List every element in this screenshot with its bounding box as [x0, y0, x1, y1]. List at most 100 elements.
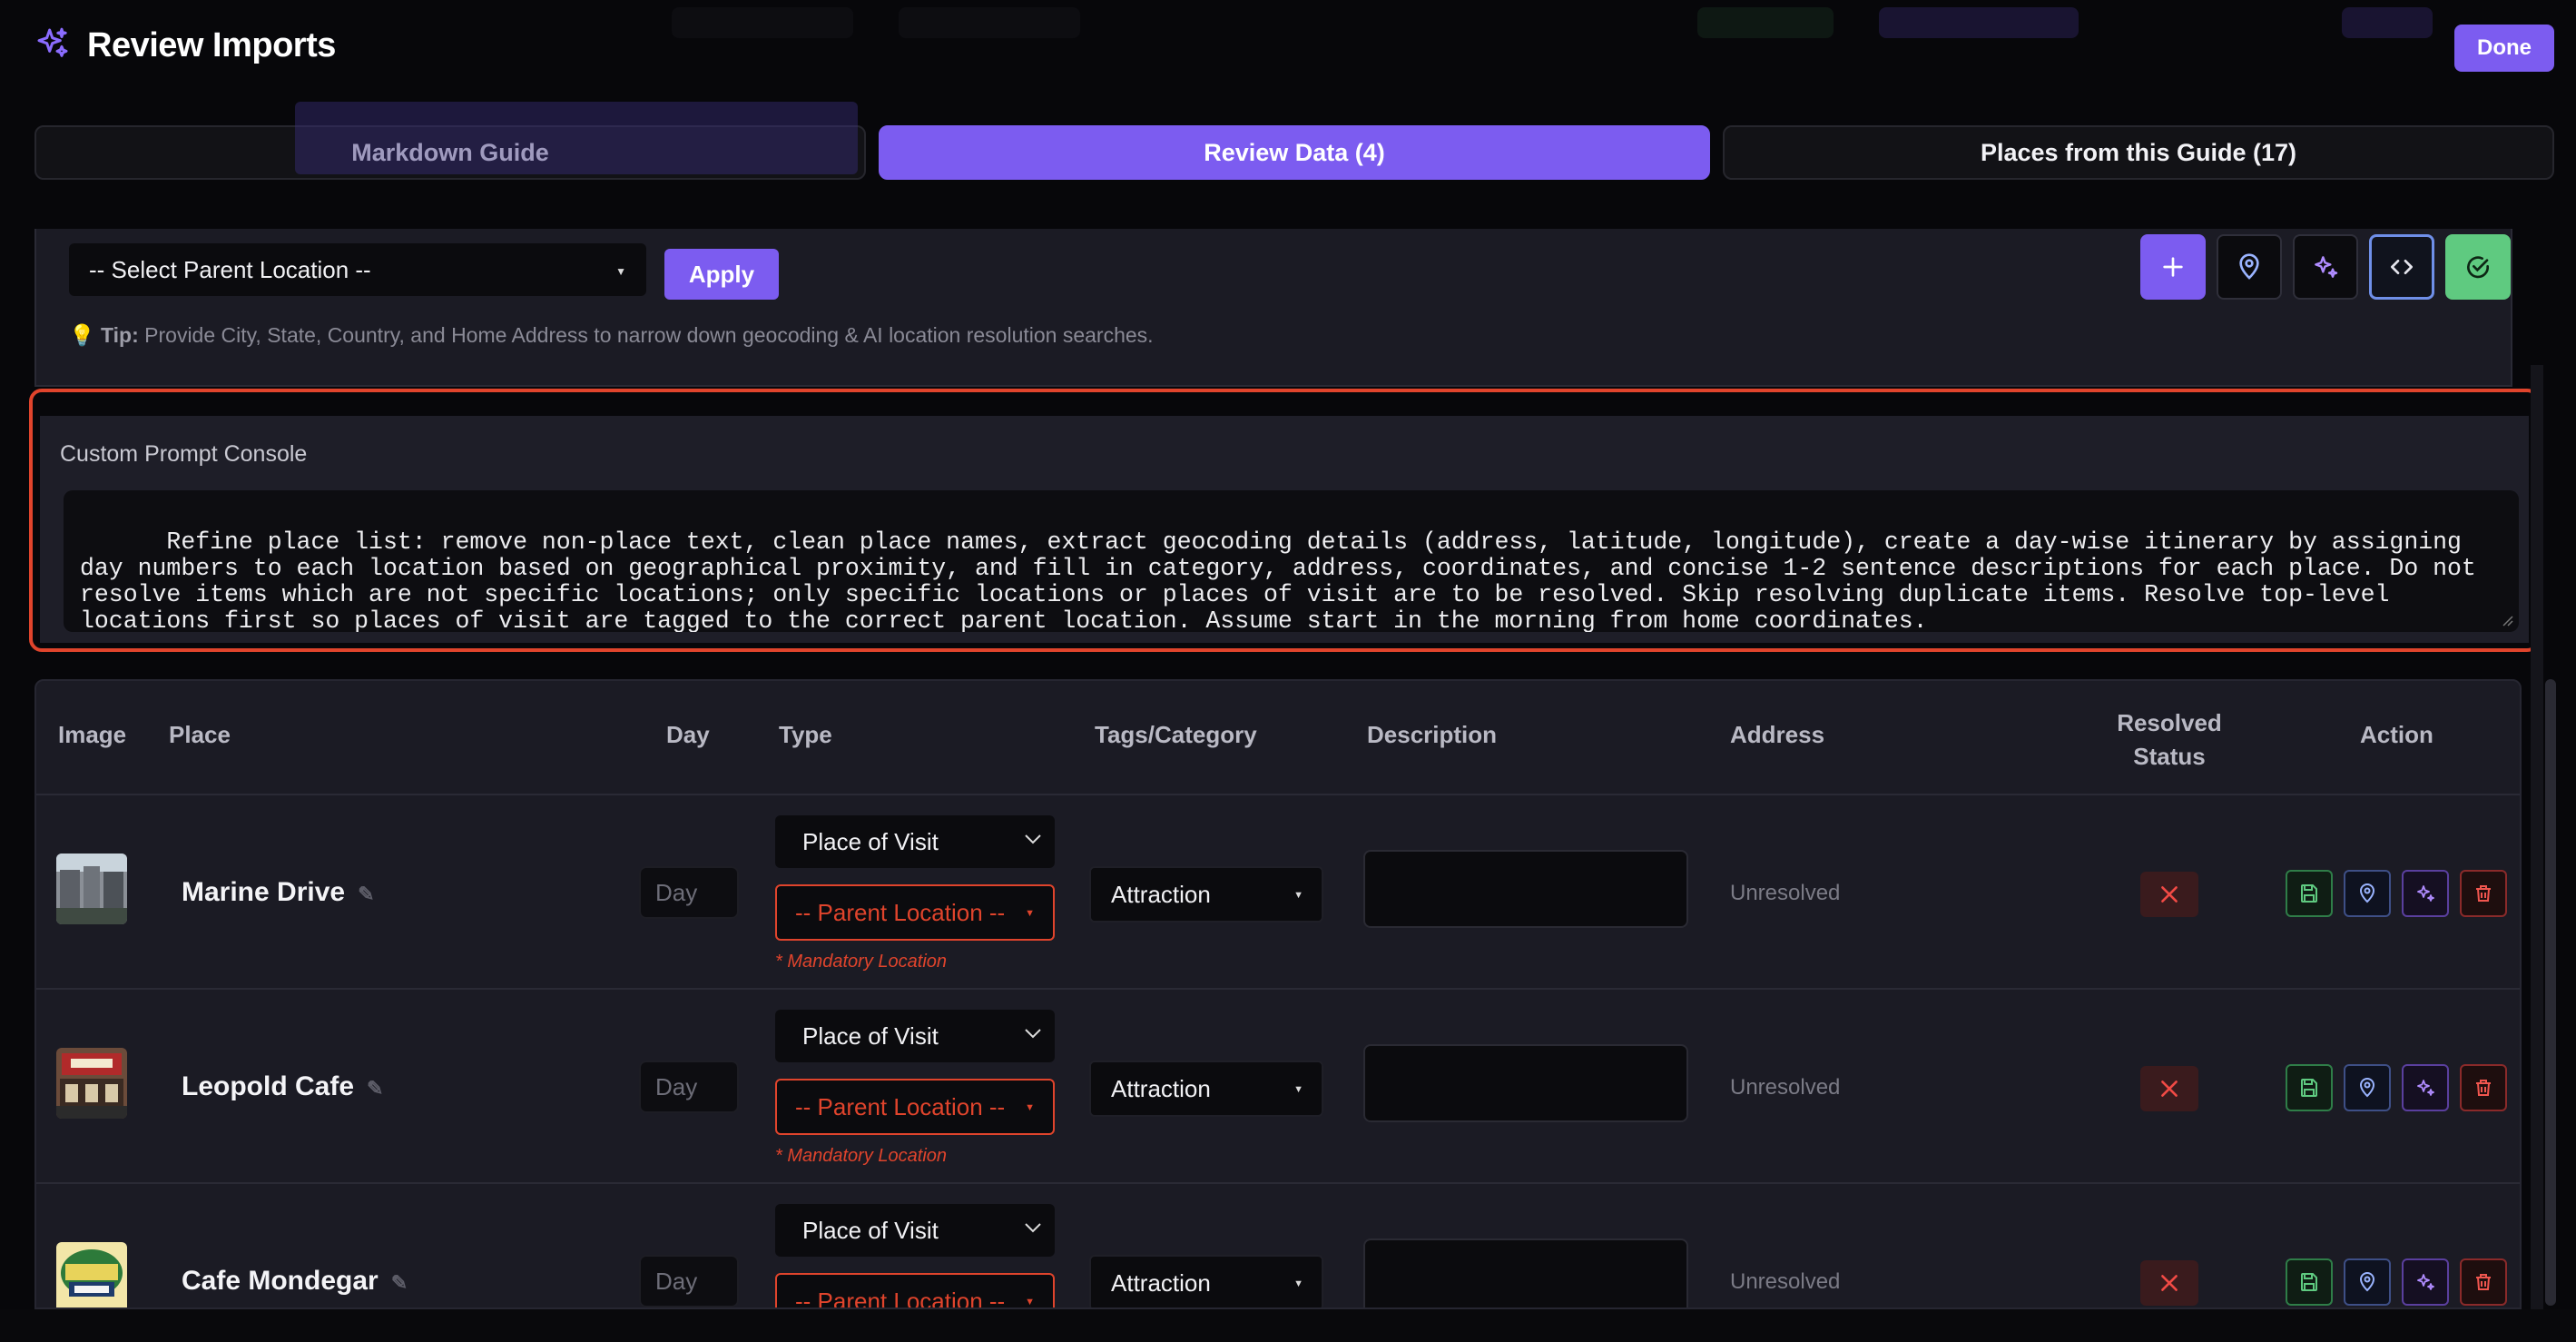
- column-header-resolved: Resolved: [2117, 709, 2222, 736]
- map-pin-icon: [2239, 253, 2259, 280]
- column-header-image: Image: [58, 721, 127, 748]
- geocode-all-button[interactable]: [2217, 234, 2282, 300]
- scrollbar-track[interactable]: [2531, 365, 2543, 1309]
- page-title: Review Imports: [87, 26, 336, 64]
- tip-label: Tip:: [101, 323, 139, 347]
- background-app-bar: [0, 0, 2576, 45]
- tip-body: Provide City, State, Country, and Home A…: [144, 323, 1154, 347]
- description-input[interactable]: [1363, 1238, 1688, 1307]
- caret-down-icon: ▼: [1293, 1278, 1303, 1289]
- type-select[interactable]: Place of Visit: [775, 1010, 1055, 1062]
- save-button[interactable]: [2286, 870, 2333, 917]
- tag-select[interactable]: Attraction ▼: [1089, 1061, 1323, 1117]
- ai-resolve-button[interactable]: [2402, 1064, 2449, 1111]
- parent-location-select[interactable]: -- Parent Location -- ▼: [775, 1079, 1055, 1135]
- type-select[interactable]: Place of Visit: [775, 815, 1055, 868]
- scrollbar-thumb[interactable]: [2545, 679, 2556, 1306]
- day-input[interactable]: Day: [639, 1255, 739, 1307]
- delete-button[interactable]: [2460, 870, 2507, 917]
- save-icon: [2301, 1273, 2317, 1291]
- ai-resolve-button[interactable]: [2293, 234, 2358, 300]
- place-thumbnail: [56, 1242, 127, 1307]
- parent-location-value: -- Parent Location --: [795, 1287, 1006, 1309]
- pencil-icon[interactable]: ✎: [391, 1271, 408, 1294]
- tab-review-data[interactable]: Review Data (4): [879, 125, 1710, 180]
- column-header-action: Action: [2360, 721, 2433, 748]
- place-name[interactable]: Marine Drive ✎: [182, 877, 375, 908]
- pencil-icon[interactable]: ✎: [367, 1077, 383, 1100]
- lightbulb-icon: 💡: [69, 323, 95, 347]
- plus-icon: [2163, 257, 2183, 277]
- background-ghost: [295, 102, 858, 174]
- confirm-all-button[interactable]: [2445, 234, 2511, 300]
- ai-resolve-button[interactable]: [2402, 1258, 2449, 1306]
- trash-icon: [2476, 1080, 2491, 1096]
- type-select[interactable]: Place of Visit: [775, 1204, 1055, 1257]
- caret-down-icon: ▼: [1025, 1297, 1035, 1307]
- place-thumbnail: [56, 854, 127, 924]
- save-button[interactable]: [2286, 1064, 2333, 1111]
- parent-location-value: -- Parent Location --: [795, 1092, 1006, 1120]
- geocode-button[interactable]: [2344, 1064, 2391, 1111]
- close-icon: [2161, 1275, 2178, 1291]
- column-header-status: Status: [2133, 743, 2206, 770]
- sparkles-icon: [2417, 885, 2434, 902]
- prompt-console-label: Custom Prompt Console: [60, 441, 308, 467]
- place-name-text: Leopold Cafe: [182, 1071, 355, 1101]
- column-header-day: Day: [666, 721, 710, 748]
- save-button[interactable]: [2286, 1258, 2333, 1306]
- prompt-console-toggle-button[interactable]: [2369, 234, 2434, 300]
- add-place-button[interactable]: [2140, 234, 2206, 300]
- prompt-console-textarea[interactable]: Refine place list: remove non-place text…: [64, 490, 2519, 632]
- map-pin-icon: [2359, 883, 2375, 903]
- map-pin-icon: [2359, 1078, 2375, 1098]
- place-name[interactable]: Leopold Cafe ✎: [182, 1071, 383, 1102]
- sparkles-icon: [2417, 1080, 2434, 1096]
- table-row: Leopold Cafe ✎ Day Place of Visit -- Pare…: [36, 988, 2520, 1182]
- geocode-button[interactable]: [2344, 870, 2391, 917]
- place-name[interactable]: Cafe Mondegar ✎: [182, 1266, 408, 1297]
- place-name-text: Cafe Mondegar: [182, 1266, 379, 1296]
- tag-select-value: Attraction: [1111, 1268, 1211, 1297]
- close-icon: [2161, 886, 2178, 903]
- prompt-console-text: Refine place list: remove non-place text…: [80, 528, 2491, 633]
- caret-down-icon: ▼: [1293, 1084, 1303, 1095]
- save-icon: [2301, 884, 2317, 903]
- delete-button[interactable]: [2460, 1258, 2507, 1306]
- tag-select[interactable]: Attraction ▼: [1089, 866, 1323, 923]
- type-select-value: Place of Visit: [802, 1021, 939, 1050]
- apply-button[interactable]: Apply: [664, 249, 779, 300]
- parent-location-select-value: -- Select Parent Location --: [89, 255, 371, 283]
- chevron-down-icon: [1025, 1223, 1041, 1233]
- done-button[interactable]: Done: [2454, 25, 2554, 72]
- description-input[interactable]: [1363, 1044, 1688, 1122]
- day-input[interactable]: Day: [639, 1061, 739, 1113]
- ai-resolve-button[interactable]: [2402, 870, 2449, 917]
- trash-icon: [2476, 885, 2491, 902]
- caret-down-icon: ▼: [1025, 1102, 1035, 1113]
- caret-down-icon: ▼: [1293, 890, 1303, 901]
- tag-select[interactable]: Attraction ▼: [1089, 1255, 1323, 1307]
- geocode-button[interactable]: [2344, 1258, 2391, 1306]
- sparkles-icon: [2417, 1274, 2434, 1290]
- column-header-description: Description: [1367, 721, 1498, 748]
- unresolved-status: [2140, 872, 2198, 917]
- pencil-icon[interactable]: ✎: [358, 883, 374, 905]
- trash-icon: [2476, 1274, 2491, 1290]
- parent-location-select[interactable]: -- Parent Location -- ▼: [775, 884, 1055, 941]
- type-select-value: Place of Visit: [802, 1216, 939, 1244]
- tab-places-from-guide[interactable]: Places from this Guide (17): [1723, 125, 2554, 180]
- resize-grip-icon[interactable]: [2501, 614, 2513, 627]
- mandatory-location-warning: * Mandatory Location: [775, 952, 948, 972]
- description-input[interactable]: [1363, 850, 1688, 928]
- parent-location-value: -- Parent Location --: [795, 898, 1006, 926]
- parent-location-select[interactable]: -- Select Parent Location -- ▼: [69, 243, 646, 296]
- place-name-text: Marine Drive: [182, 877, 346, 907]
- parent-location-select[interactable]: -- Parent Location -- ▼: [775, 1273, 1055, 1309]
- column-header-address: Address: [1730, 721, 1825, 748]
- table-row: Cafe Mondegar ✎ Day Place of Visit -- Par…: [36, 1182, 2520, 1309]
- day-input[interactable]: Day: [639, 866, 739, 919]
- review-data-table: Image Place Day Type Tags/Category Descr…: [34, 679, 2522, 1309]
- prompt-console: Custom Prompt Console Refine place list:…: [40, 416, 2529, 643]
- delete-button[interactable]: [2460, 1064, 2507, 1111]
